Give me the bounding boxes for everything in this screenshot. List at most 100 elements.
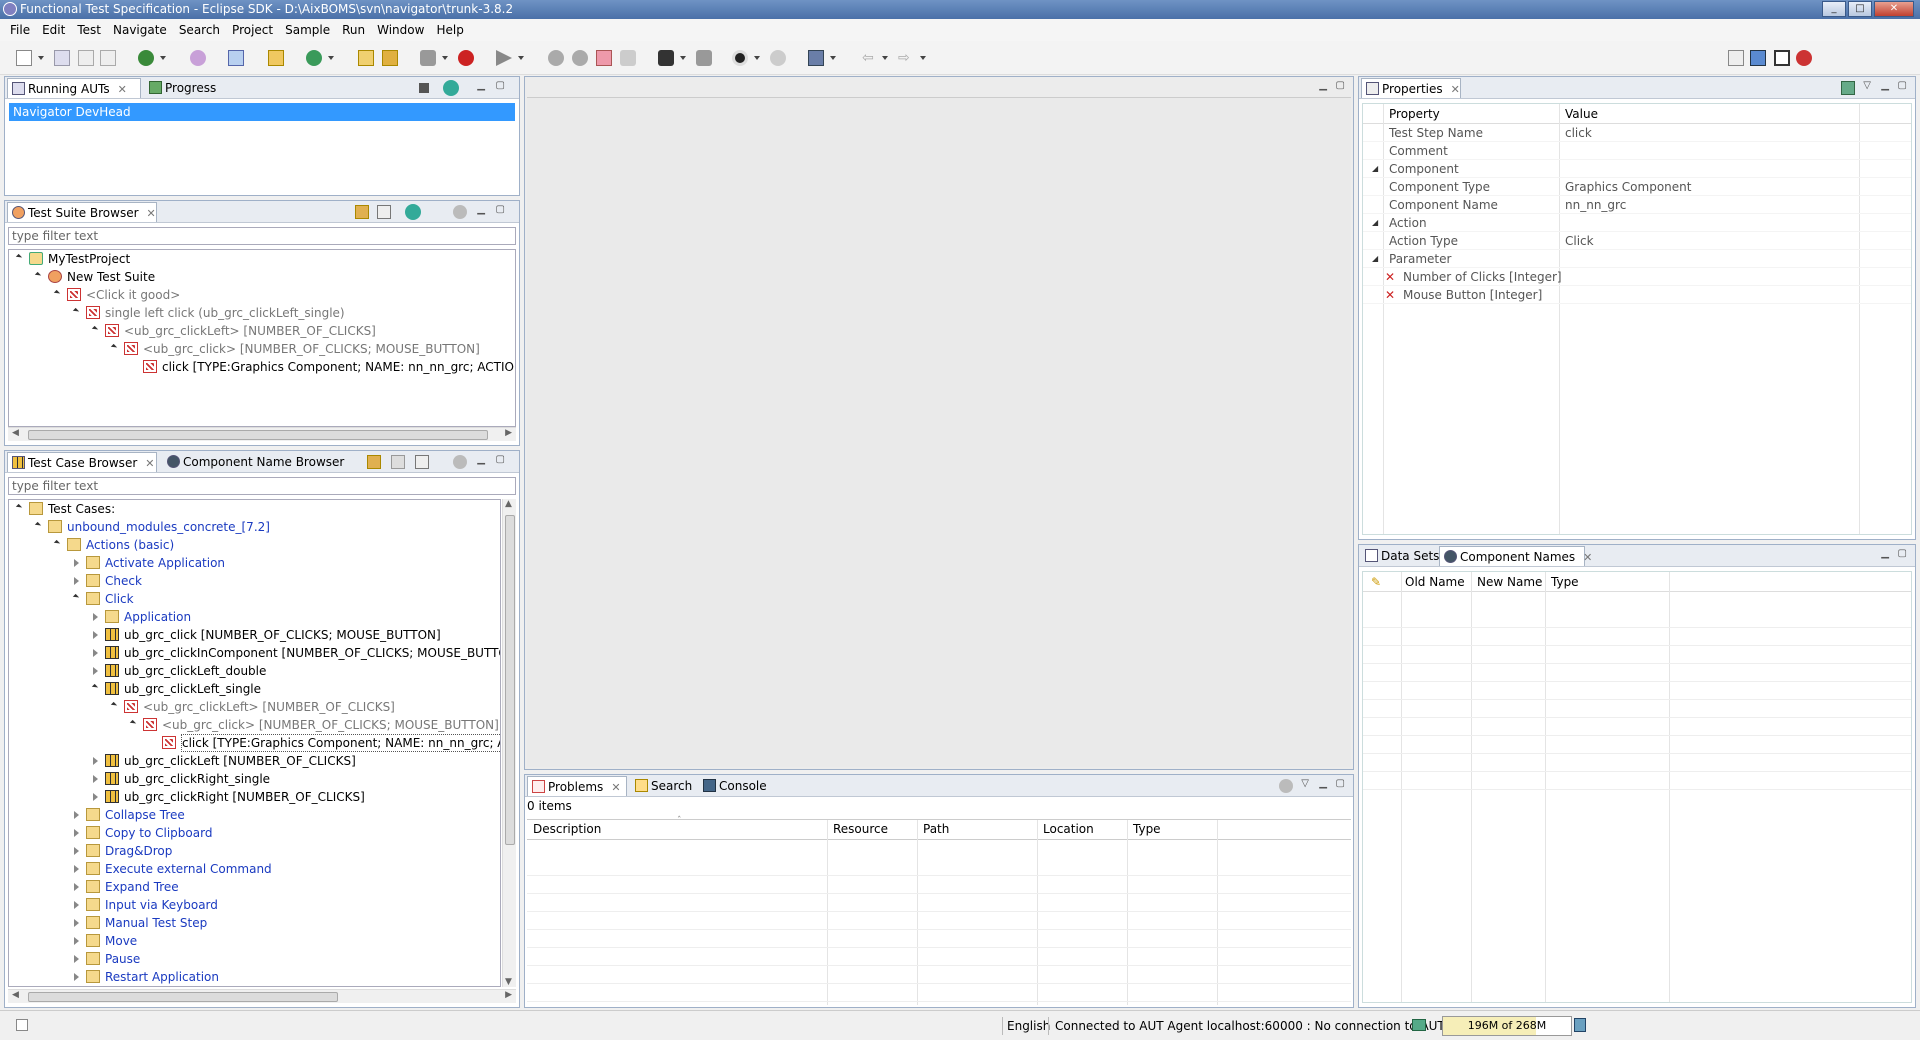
maximize-icon[interactable]: ▢ [1336,80,1345,91]
testcase-filter-input[interactable]: type filter text [8,477,516,495]
maximize-icon[interactable]: ▢ [496,80,505,91]
minimize-icon[interactable]: ▁ [477,204,485,215]
tree-item[interactable]: Drag&Drop [9,842,500,860]
collapse-arrow-icon[interactable] [129,719,137,727]
new-icon[interactable] [16,50,32,66]
expand-arrow-icon[interactable] [74,919,79,927]
scroll-left-icon[interactable]: ◀ [12,428,19,438]
tab-properties[interactable]: Properties ✕ [1361,78,1461,98]
collapse-all-icon[interactable] [415,455,429,469]
close-button[interactable]: ✕ [1874,1,1914,17]
collapse-arrow-icon[interactable] [53,539,61,547]
property-row[interactable]: ◢ Action [1363,214,1911,232]
chevron-down-icon[interactable] [518,56,524,60]
column-header-property[interactable]: Property [1389,104,1440,124]
minimize-icon[interactable]: ▁ [477,80,485,91]
vertical-scrollbar[interactable]: ▲ ▼ [502,499,516,987]
collapse-arrow-icon[interactable] [110,701,118,709]
edit-icon[interactable] [391,455,405,469]
collapse-arrow-icon[interactable] [34,271,42,279]
tab-search[interactable]: Search [631,776,695,796]
globe-icon[interactable] [306,50,322,66]
collapse-arrow-icon[interactable] [53,289,61,297]
continue-icon[interactable] [620,50,636,66]
tree-item[interactable]: <Click it good> [9,286,515,304]
collapse-arrow-icon[interactable] [72,307,80,315]
collapse-arrow-icon[interactable] [72,593,80,601]
tree-item[interactable]: ub_grc_clickLeft_single [9,680,500,698]
tab-running-auts[interactable]: Running AUTs ✕ [7,78,141,98]
menu-run[interactable]: Run [336,23,371,37]
close-icon[interactable]: ✕ [147,207,156,220]
collapse-arrow-icon[interactable] [91,683,99,691]
tree-item[interactable]: Collapse Tree [9,806,500,824]
scrollbar-thumb[interactable] [28,430,488,440]
tree-item[interactable]: Actions (basic) [9,536,500,554]
object-mapping-icon[interactable] [732,50,748,66]
property-row[interactable]: Component Type Graphics Component [1363,178,1911,196]
maximize-icon[interactable]: ▢ [1336,778,1345,789]
menu-file[interactable]: File [4,23,36,37]
tab-component-names[interactable]: Component Names ✕ [1439,546,1592,566]
calculator-icon[interactable] [808,50,824,66]
tab-test-case-browser[interactable]: Test Case Browser ✕ [7,452,157,472]
expand-arrow-icon[interactable] [93,757,98,765]
stop-icon[interactable] [572,50,588,66]
tree-item[interactable]: click [TYPE:Graphics Component; NAME: nn… [9,734,500,752]
view-menu-icon[interactable]: ▽ [1863,80,1871,91]
horizontal-scrollbar[interactable]: ◀ ▶ [8,989,516,1003]
forward-icon[interactable]: ⇨ [898,50,914,66]
wrench-icon[interactable] [382,50,398,66]
menu-test[interactable]: Test [71,23,107,37]
property-row[interactable]: Action Type Click [1363,232,1911,250]
property-row[interactable]: Component Name nn_nn_grc [1363,196,1911,214]
pin-icon[interactable] [1841,81,1855,95]
stop-icon[interactable] [419,83,429,93]
column-header-path[interactable]: Path [923,822,949,836]
chevron-down-icon[interactable] [754,56,760,60]
trash-icon[interactable] [1574,1018,1586,1032]
minimize-icon[interactable]: ▁ [1319,80,1327,91]
tree-item[interactable]: ub_grc_clickInComponent [NUMBER_OF_CLICK… [9,644,500,662]
property-row[interactable]: ◢ Component [1363,160,1911,178]
print-icon[interactable] [100,50,116,66]
tree-item[interactable]: ub_grc_clickLeft [NUMBER_OF_CLICKS] [9,752,500,770]
tree-item[interactable]: ub_grc_clickRight [NUMBER_OF_CLICKS] [9,788,500,806]
tree-item[interactable]: Test Cases: [9,500,500,518]
run-suite-icon[interactable] [405,204,421,220]
memory-indicator[interactable]: 196M of 268M [1442,1016,1572,1036]
tree-item[interactable]: Check [9,572,500,590]
expand-arrow-icon[interactable] [74,883,79,891]
maximize-icon[interactable]: ▢ [496,204,505,215]
expand-arrow-icon[interactable] [74,577,79,585]
tree-item[interactable]: <ub_grc_click> [NUMBER_OF_CLICKS; MOUSE_… [9,716,500,734]
column-header-description[interactable]: Description [533,822,601,836]
maximize-button[interactable]: □ [1848,1,1872,17]
tree-item[interactable]: <ub_grc_click> [NUMBER_OF_CLICKS; MOUSE_… [9,340,515,358]
expand-arrow-icon[interactable] [93,613,98,621]
stop-on-error-icon[interactable] [596,50,612,66]
collapse-arrow-icon[interactable]: ◢ [1372,250,1378,268]
check-mode-icon[interactable] [696,50,712,66]
link-editor-icon[interactable] [367,455,381,469]
tree-item[interactable]: Copy to Clipboard [9,824,500,842]
close-icon[interactable]: ✕ [611,781,620,794]
tree-item[interactable]: Application [9,608,500,626]
tree-item[interactable]: Activate Application [9,554,500,572]
column-header-type[interactable]: Type [1551,572,1579,592]
target-icon[interactable] [770,50,786,66]
tab-data-sets[interactable]: Data Sets [1361,546,1439,566]
maximize-icon[interactable]: ▢ [496,454,505,465]
expand-arrow-icon[interactable] [93,649,98,657]
refresh-icon[interactable] [190,50,206,66]
chevron-down-icon[interactable] [830,56,836,60]
chevron-down-icon[interactable] [882,56,888,60]
expand-arrow-icon[interactable] [74,559,79,567]
column-header-new-name[interactable]: New Name [1477,572,1542,592]
collapse-arrow-icon[interactable]: ◢ [1372,214,1378,232]
tree-item[interactable]: New Test Suite [9,268,515,286]
save-all-icon[interactable] [78,50,94,66]
search-icon[interactable] [138,50,154,66]
tab-problems[interactable]: Problems ✕ [527,776,627,796]
start-aut-icon[interactable] [420,50,436,66]
